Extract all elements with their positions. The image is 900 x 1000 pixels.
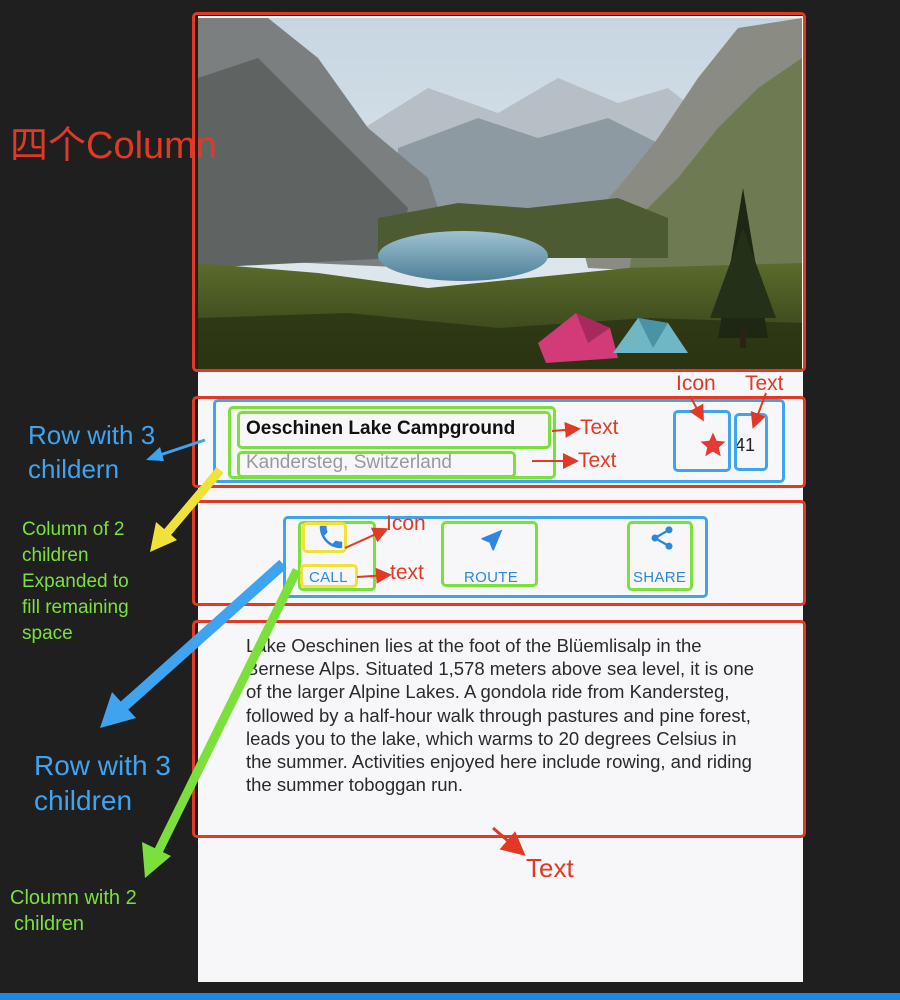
- bottom-bar: [0, 993, 900, 1000]
- annotation-arrows: [100, 392, 767, 878]
